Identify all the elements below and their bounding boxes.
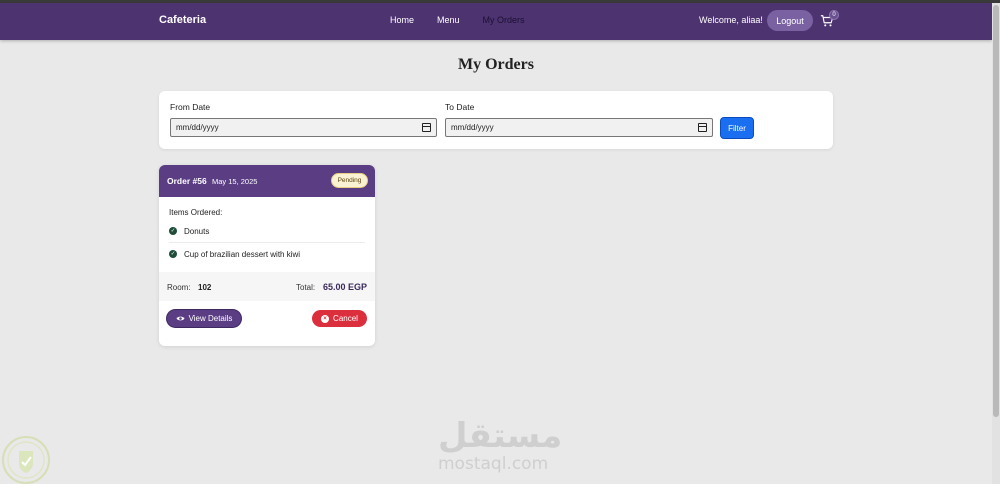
order-header: Order #56 May 15, 2025 Pending (159, 165, 375, 197)
nav-home-link[interactable]: Home (390, 15, 414, 25)
divider (169, 242, 365, 243)
order-number: Order #56 (167, 176, 207, 186)
room-label: Room: (167, 283, 191, 292)
eye-icon (176, 316, 185, 321)
calendar-icon[interactable] (698, 123, 707, 132)
to-date-input[interactable]: mm/dd/yyyy (445, 118, 713, 137)
cancel-button[interactable]: × Cancel (312, 310, 367, 327)
cart-count-badge: 0 (829, 10, 839, 20)
filter-card: From Date mm/dd/yyyy To Date mm/dd/yyyy … (159, 91, 833, 149)
nav-menu-link[interactable]: Menu (437, 15, 460, 25)
watermark-url: mostaql.com (438, 454, 549, 474)
page-title: My Orders (458, 56, 534, 73)
close-circle-icon: × (321, 314, 330, 323)
total-value: 65.00 EGP (323, 282, 368, 292)
list-item: ✓ Cup of brazilian dessert with kiwi (169, 248, 365, 264)
order-summary: Room: 102 Total: 65.00 EGP (159, 272, 375, 301)
list-item: ✓ Donuts (169, 225, 365, 241)
nav-my-orders-link[interactable]: My Orders (483, 15, 525, 25)
check-circle-icon: ✓ (169, 227, 177, 235)
to-date-value: mm/dd/yyyy (451, 123, 494, 132)
order-date: May 15, 2025 (212, 177, 258, 186)
view-details-button[interactable]: View Details (167, 310, 241, 327)
order-card: Order #56 May 15, 2025 Pending Items Ord… (159, 165, 375, 346)
from-date-input[interactable]: mm/dd/yyyy (170, 118, 437, 137)
item-name: Cup of brazilian dessert with kiwi (184, 250, 301, 259)
filter-button[interactable]: Filter (721, 118, 753, 138)
calendar-icon[interactable] (422, 123, 431, 132)
logout-button[interactable]: Logout (767, 10, 813, 31)
room-value: 102 (198, 283, 212, 292)
from-date-label: From Date (170, 102, 211, 112)
watermark-arabic: مستقل (438, 416, 563, 456)
navbar: Cafeteria Home Menu My Orders Welcome, a… (0, 3, 992, 40)
view-details-label: View Details (188, 314, 233, 323)
cancel-label: Cancel (333, 314, 358, 323)
brand-logo[interactable]: Cafeteria (159, 14, 206, 26)
item-name: Donuts (184, 227, 210, 236)
scrollbar[interactable] (992, 3, 1000, 484)
check-circle-icon: ✓ (169, 250, 177, 258)
items-ordered-title: Items Ordered: (169, 208, 223, 217)
welcome-text: Welcome, aliaa! (699, 15, 763, 25)
to-date-label: To Date (445, 102, 475, 112)
status-badge: Pending (331, 173, 368, 188)
scrollbar-thumb[interactable] (993, 5, 999, 417)
nav-links: Home Menu My Orders (390, 15, 548, 25)
watermark-seal-icon (2, 436, 50, 484)
total-label: Total: (296, 283, 316, 292)
from-date-value: mm/dd/yyyy (176, 123, 219, 132)
